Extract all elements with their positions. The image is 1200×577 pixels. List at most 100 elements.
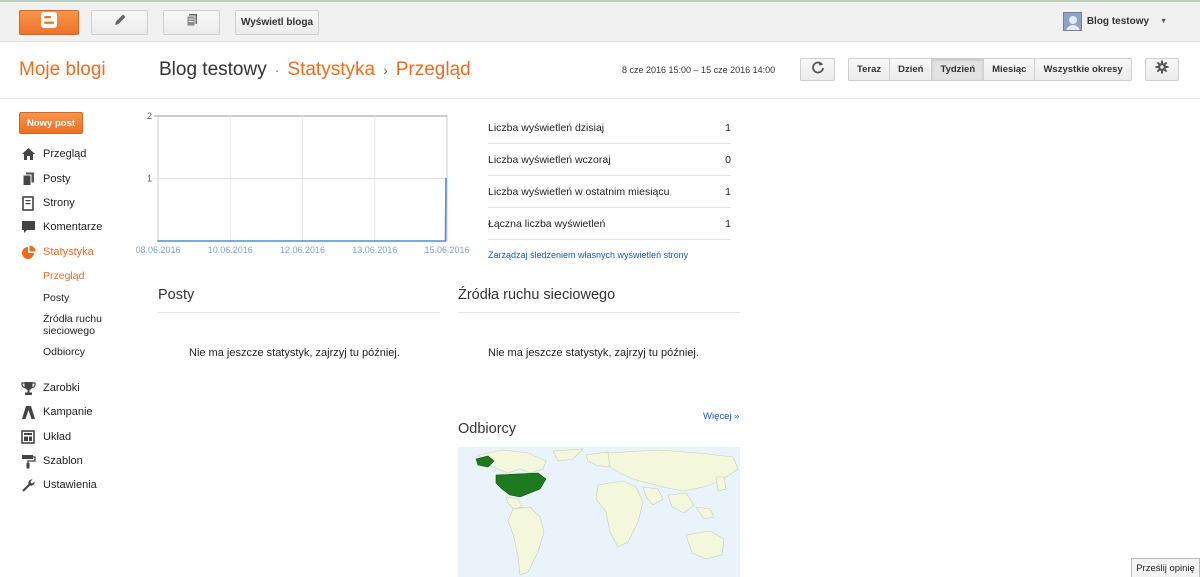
pageviews-chart-svg: 1 2 08.06.2016 10.06.2016 12.06.2016 13.06.20… — [136, 111, 470, 255]
sidebar-item-earnings[interactable]: Zarobki — [20, 380, 80, 396]
refresh-icon — [811, 60, 825, 79]
chart-xtick-label: 08.06.2016 — [136, 245, 181, 255]
chart-point — [301, 240, 304, 242]
new-post-toolbar-button[interactable] — [91, 10, 148, 35]
user-name: Blog testowy — [1086, 16, 1150, 27]
paint-roller-icon — [20, 453, 36, 469]
stats-table: Liczba wyświetleń dzisiaj 1 Liczba wyświ… — [488, 112, 731, 240]
more-link[interactable]: Więcej » — [703, 411, 739, 422]
traffic-empty-message: Nie ma jeszcze statystyk, zajrzyj tu póź… — [488, 347, 699, 359]
range-selector: Teraz Dzień Tydzień Miesiąc Wszystkie ok… — [848, 58, 1132, 81]
settings-button[interactable] — [1145, 58, 1179, 81]
date-range-text: 8 cze 2016 15:00 – 15 cze 2016 14:00 — [622, 65, 776, 75]
page-header: Moje blogi Blog testowy · Statystyka › P… — [0, 43, 1200, 99]
chart-point — [445, 177, 447, 180]
sidebar-item-posts[interactable]: Posty — [20, 171, 71, 187]
sidebar-item-label: Układ — [43, 431, 72, 443]
blogger-logo-icon — [40, 11, 58, 34]
pageviews-chart: 1 2 08.06.2016 10.06.2016 12.06.2016 13.06.20… — [136, 108, 471, 258]
chart-point — [373, 240, 376, 242]
range-week-button[interactable]: Tydzień — [931, 59, 984, 80]
stat-row-last-month: Liczba wyświetleń w ostatnim miesiącu 1 — [488, 176, 731, 208]
sidebar-item-label: Ustawienia — [43, 479, 97, 491]
sidebar-item-comments[interactable]: Komentarze — [20, 219, 102, 235]
stat-label: Łączna liczba wyświetleń — [488, 217, 606, 230]
sub-item-overview[interactable]: Przegląd — [43, 270, 84, 282]
sidebar-item-label: Przegląd — [43, 148, 87, 160]
my-blogs-link[interactable]: Moje blogi — [19, 59, 106, 81]
stat-value: 1 — [725, 185, 731, 198]
breadcrumb-blog-name: Blog testowy — [159, 59, 267, 80]
stat-value: 0 — [725, 153, 731, 166]
stat-row-yesterday: Liczba wyświetleń wczoraj 0 — [488, 144, 731, 176]
sidebar-item-label: Komentarze — [43, 221, 103, 233]
stat-label: Liczba wyświetleń w ostatnim miesiącu — [488, 185, 670, 198]
breadcrumb-separator: · — [274, 62, 280, 78]
sub-item-audience[interactable]: Odbiorcy — [43, 346, 85, 358]
pie-chart-icon — [20, 244, 36, 260]
sidebar-item-layout[interactable]: Układ — [20, 429, 71, 445]
sidebar-item-label: Posty — [43, 173, 71, 185]
sidebar-item-label: Strony — [43, 197, 75, 209]
stat-row-today: Liczba wyświetleń dzisiaj 1 — [488, 112, 731, 144]
range-day-button[interactable]: Dzień — [889, 59, 932, 80]
posts-list-button[interactable] — [163, 10, 220, 35]
audience-world-map — [458, 447, 740, 577]
chart-point — [229, 240, 232, 242]
pencil-icon — [113, 13, 127, 32]
posts-list-icon — [185, 13, 199, 32]
view-blog-button[interactable]: Wyświetl bloga — [235, 10, 319, 35]
new-post-button[interactable]: Nowy post — [19, 112, 83, 134]
audience-section-title: Odbiorcy — [458, 421, 517, 437]
chart-ytick-label: 1 — [147, 174, 152, 184]
divider — [458, 312, 740, 313]
chevron-down-icon: ▼ — [1160, 18, 1167, 25]
posts-icon — [20, 171, 36, 187]
blogger-button[interactable] — [19, 10, 79, 35]
stat-value: 1 — [725, 121, 731, 134]
sidebar-item-overview[interactable]: Przegląd — [20, 146, 86, 162]
sub-item-traffic-sources[interactable]: Źródła ruchu sieciowego — [43, 313, 123, 337]
stat-label: Liczba wyświetleń dzisiaj — [488, 121, 605, 134]
chart-point — [157, 240, 159, 242]
chart-xtick-label: 13.06.2016 — [352, 245, 397, 255]
stat-row-total: Łączna liczba wyświetleń 1 — [488, 208, 731, 240]
posts-empty-message: Nie ma jeszcze statystyk, zajrzyj tu póź… — [189, 347, 400, 359]
comment-icon — [20, 219, 36, 235]
range-all-button[interactable]: Wszystkie okresy — [1034, 59, 1131, 80]
traffic-section-title: Źródła ruchu sieciowego — [458, 287, 616, 303]
sidebar-item-stats[interactable]: Statystyka — [20, 244, 94, 260]
chart-xtick-label: 15.06.2016 — [424, 245, 469, 255]
user-menu[interactable]: Blog testowy ▼ — [1062, 12, 1167, 31]
usa-highlight — [495, 472, 547, 498]
sidebar-item-label: Zarobki — [43, 382, 80, 394]
stat-label: Liczba wyświetleń wczoraj — [488, 153, 611, 166]
world-map-svg — [475, 448, 739, 576]
sidebar-item-template[interactable]: Szablon — [20, 453, 83, 469]
avatar — [1062, 12, 1082, 31]
pages-icon — [20, 195, 36, 211]
home-icon — [20, 146, 36, 162]
breadcrumb: Blog testowy · Statystyka › Przegląd — [159, 59, 471, 81]
refresh-button[interactable] — [800, 58, 835, 81]
sub-item-posts[interactable]: Posty — [43, 292, 69, 304]
stat-value: 1 — [725, 217, 731, 230]
manage-tracking-link[interactable]: Zarządzaj śledzeniem własnych wyświetleń… — [488, 250, 688, 260]
top-toolbar: Wyświetl bloga Blog testowy ▼ — [0, 0, 1200, 42]
breadcrumb-arrow: › — [383, 62, 388, 78]
range-month-button[interactable]: Miesiąc — [983, 59, 1035, 80]
campaign-icon — [20, 404, 36, 420]
sidebar-item-settings[interactable]: Ustawienia — [20, 477, 97, 493]
trophy-icon — [20, 380, 36, 396]
send-feedback-button[interactable]: Prześlij opinię — [1131, 558, 1200, 577]
chart-ytick-label: 2 — [147, 111, 152, 121]
chart-xtick-label: 12.06.2016 — [280, 245, 325, 255]
sidebar-item-campaigns[interactable]: Kampanie — [20, 404, 93, 420]
posts-section-title: Posty — [158, 287, 195, 303]
range-now-button[interactable]: Teraz — [849, 59, 890, 80]
breadcrumb-overview: Przegląd — [395, 59, 471, 80]
sidebar-item-pages[interactable]: Strony — [20, 195, 75, 211]
mexico-shape — [505, 496, 523, 510]
breadcrumb-stats[interactable]: Statystyka — [287, 59, 375, 81]
sidebar-item-label: Szablon — [43, 455, 83, 467]
